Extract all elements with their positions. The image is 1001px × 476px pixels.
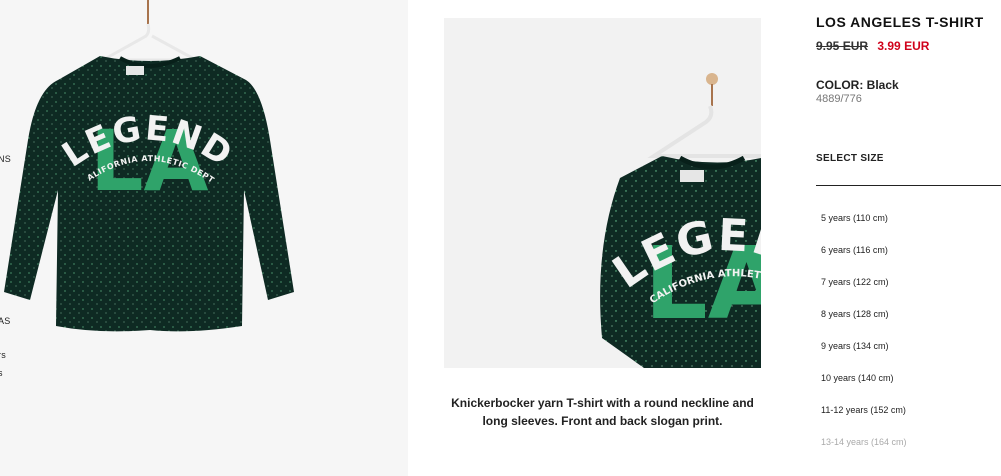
size-divider	[816, 185, 1001, 186]
size-option[interactable]: 6 years (116 cm)	[816, 239, 1001, 271]
size-option[interactable]: 5 years (110 cm)	[816, 207, 1001, 239]
sale-price: 3.99 EUR	[877, 39, 930, 53]
size-option[interactable]: 11-12 years (152 cm)	[816, 399, 1001, 431]
tshirt-zoom-illustration: LA LEGEND CALIFORNIA ATHLETIC DEPT.	[600, 105, 761, 368]
product-info-panel: LOS ANGELES T-SHIRT 9.95 EUR 3.99 EUR CO…	[816, 14, 1001, 463]
tshirt-illustration: LA LEGEND CALIFORNIA ATHLETIC DEPT.	[0, 0, 294, 332]
size-option-unavailable[interactable]: 13-14 years (164 cm)	[816, 431, 1001, 463]
size-option[interactable]: 9 years (134 cm)	[816, 335, 1001, 367]
select-size-heading: SELECT SIZE	[816, 153, 884, 164]
size-option[interactable]: 7 years (122 cm)	[816, 271, 1001, 303]
size-list: 5 years (110 cm) 6 years (116 cm) 7 year…	[816, 207, 1001, 463]
color-value: Black	[866, 78, 899, 92]
product-image-main[interactable]: NS AS rs s LA LEGEND CALIFORNIA ATHLETIC…	[0, 0, 408, 476]
product-description: Knickerbocker yarn T-shirt with a round …	[451, 396, 754, 428]
size-option[interactable]: 8 years (128 cm)	[816, 303, 1001, 335]
product-image-detail[interactable]: LA LEGEND CALIFORNIA ATHLETIC DEPT.	[444, 18, 761, 368]
color-label: COLOR:	[816, 78, 864, 92]
size-option[interactable]: 10 years (140 cm)	[816, 367, 1001, 399]
color-info: COLOR: Black	[816, 78, 1001, 92]
product-title: LOS ANGELES T-SHIRT	[816, 14, 984, 30]
price-row: 9.95 EUR 3.99 EUR	[816, 39, 1001, 53]
original-price: 9.95 EUR	[816, 39, 869, 53]
product-reference: 4889/776	[816, 93, 862, 105]
